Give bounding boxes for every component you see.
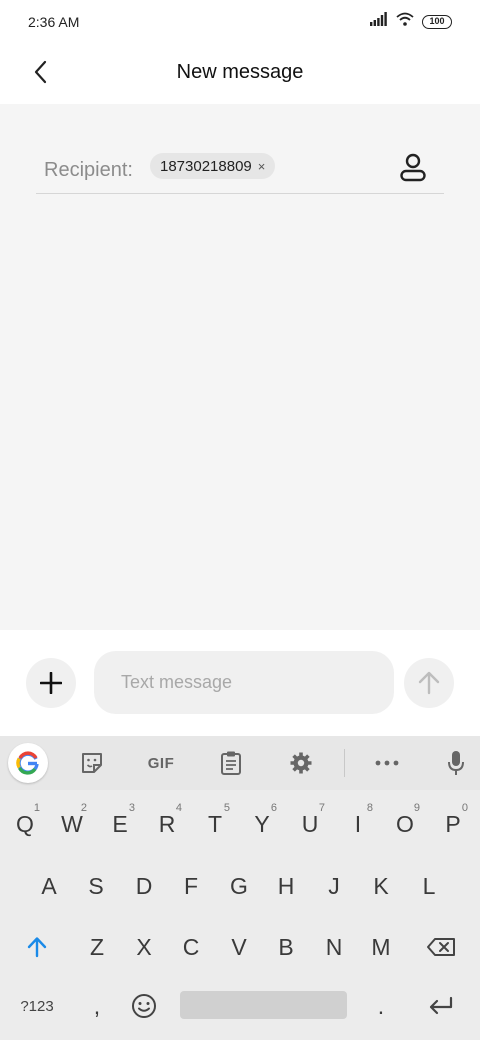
- key-w[interactable]: W2: [49, 796, 95, 852]
- key-label: T: [207, 810, 223, 837]
- key-p[interactable]: P0: [430, 796, 476, 852]
- person-icon: [400, 153, 426, 182]
- key-hint: 7: [318, 802, 325, 814]
- key-label: E: [112, 810, 128, 837]
- emoji-key[interactable]: [121, 978, 167, 1034]
- status-bar: 2:36 AM 100: [0, 0, 480, 44]
- sticker-icon[interactable]: [72, 744, 112, 782]
- status-time: 2:36 AM: [28, 14, 80, 30]
- key-s[interactable]: S: [73, 858, 119, 914]
- microphone-icon[interactable]: [436, 744, 476, 782]
- recipient-row: Recipient: 18730218809 ×: [36, 148, 444, 194]
- app-header: New message: [0, 44, 480, 104]
- key-label: I: [354, 810, 362, 837]
- keyboard: G I F Q 1 W 2 E 3 R 4 T 5 Y 6 U 7 I 8 O 9 …: [0, 736, 480, 1040]
- signal-icon: [370, 12, 388, 31]
- key-i[interactable]: I8: [335, 796, 381, 852]
- google-icon[interactable]: [8, 743, 48, 783]
- key-b[interactable]: B: [263, 919, 309, 975]
- key-hint: 0: [461, 802, 468, 814]
- key-a[interactable]: A: [26, 858, 72, 914]
- key-z[interactable]: Z: [74, 919, 120, 975]
- add-attachment-button[interactable]: [26, 658, 76, 708]
- key-hint: 2: [80, 802, 87, 814]
- key-m[interactable]: M: [358, 919, 404, 975]
- remove-recipient-icon[interactable]: ×: [258, 159, 266, 174]
- key-v[interactable]: V: [216, 919, 262, 975]
- plus-icon: [40, 672, 62, 694]
- contact-picker-button[interactable]: [398, 151, 428, 185]
- message-content-area: Recipient: 18730218809 ×: [0, 104, 480, 630]
- key-d[interactable]: D: [121, 858, 167, 914]
- symbols-key[interactable]: ?123: [14, 978, 60, 1034]
- key-label: U: [301, 810, 319, 837]
- page-title: New message: [176, 61, 304, 83]
- gif-label: GIF: [147, 754, 175, 772]
- key-e[interactable]: E3: [97, 796, 143, 852]
- key-label: Q: [16, 810, 34, 837]
- key-hint: 9: [413, 802, 420, 814]
- wifi-icon: [396, 12, 414, 31]
- backspace-key[interactable]: [418, 919, 464, 975]
- key-q[interactable]: Q1: [2, 796, 48, 852]
- key-hint: 6: [270, 802, 277, 814]
- key-u[interactable]: U7: [287, 796, 333, 852]
- key-hint: 1: [33, 802, 40, 814]
- key-label: W: [61, 810, 83, 837]
- backspace-icon: [427, 938, 455, 956]
- space-key[interactable]: [180, 991, 347, 1019]
- keyboard-toolbar: GIF: [0, 736, 480, 790]
- shift-key[interactable]: [14, 919, 60, 975]
- send-button[interactable]: [404, 658, 454, 708]
- key-t[interactable]: T5: [192, 796, 238, 852]
- clipboard-icon[interactable]: [211, 744, 251, 782]
- key-y[interactable]: Y6: [239, 796, 285, 852]
- key-j[interactable]: J: [311, 858, 357, 914]
- gif-button[interactable]: GIF: [138, 744, 184, 782]
- key-n[interactable]: N: [311, 919, 357, 975]
- status-icons: 100: [370, 12, 452, 31]
- period-key[interactable]: .: [358, 978, 404, 1034]
- more-options-icon[interactable]: [367, 744, 407, 782]
- key-label: O: [396, 810, 414, 837]
- emoji-smile-icon: [132, 994, 156, 1018]
- comma-key[interactable]: ,: [74, 978, 120, 1034]
- key-hint: 8: [366, 802, 373, 814]
- key-l[interactable]: L: [406, 858, 452, 914]
- recipient-chip[interactable]: 18730218809 ×: [150, 153, 276, 179]
- text-message-input[interactable]: [94, 651, 394, 714]
- key-hint: 3: [128, 802, 135, 814]
- key-o[interactable]: O9: [382, 796, 428, 852]
- enter-arrow-icon: [429, 996, 453, 1015]
- key-label: R: [158, 810, 176, 837]
- send-arrow-icon: [418, 671, 440, 695]
- key-f[interactable]: F: [168, 858, 214, 914]
- toolbar-divider: [344, 749, 345, 777]
- enter-key[interactable]: [418, 978, 464, 1034]
- key-label: Y: [254, 810, 270, 837]
- shift-arrow-icon: [27, 937, 47, 958]
- key-c[interactable]: C: [168, 919, 214, 975]
- key-hint: 5: [223, 802, 230, 814]
- compose-bar: [0, 630, 480, 736]
- key-h[interactable]: H: [263, 858, 309, 914]
- key-label: P: [445, 810, 461, 837]
- battery-indicator: 100: [422, 14, 452, 29]
- key-x[interactable]: X: [121, 919, 167, 975]
- recipient-chip-number: 18730218809: [160, 157, 252, 175]
- key-g[interactable]: G: [216, 858, 262, 914]
- key-r[interactable]: R4: [144, 796, 190, 852]
- key-k[interactable]: K: [358, 858, 404, 914]
- settings-gear-icon[interactable]: [281, 744, 321, 782]
- recipient-label: Recipient:: [44, 159, 133, 181]
- key-hint: 4: [175, 802, 182, 814]
